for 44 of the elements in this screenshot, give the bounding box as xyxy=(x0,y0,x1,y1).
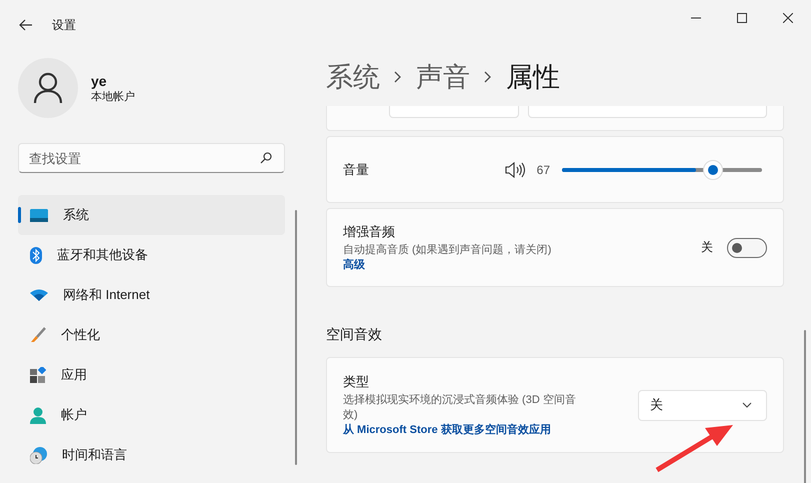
search-icon xyxy=(260,152,272,164)
toggle-state-label: 关 xyxy=(701,239,713,256)
chevron-down-icon xyxy=(742,402,752,408)
globe-clock-icon xyxy=(30,446,47,464)
breadcrumb-link[interactable]: 系统 xyxy=(326,59,380,95)
account-type: 本地帐户 xyxy=(91,90,135,104)
bluetooth-icon xyxy=(30,246,42,264)
type-dropdown[interactable]: 关 xyxy=(638,390,767,420)
slider-thumb[interactable] xyxy=(702,160,723,180)
speaker-icon xyxy=(504,162,525,178)
maximize-icon xyxy=(737,13,747,23)
breadcrumb-link[interactable]: 声音 xyxy=(416,59,470,95)
volume-value: 67 xyxy=(536,162,550,176)
setting-title: 类型 xyxy=(343,373,370,391)
window-title: 设置 xyxy=(52,16,76,34)
setting-description: 选择模拟现实环境的沉浸式音频体验 (3D 空间音效) xyxy=(343,392,577,422)
apps-icon xyxy=(30,367,46,383)
monitor-icon xyxy=(30,208,48,222)
setting-description: 自动提高音质 (如果遇到声音问题，请关闭) xyxy=(343,242,552,257)
nav-item[interactable]: 个性化 xyxy=(18,315,285,355)
volume-label: 音量 xyxy=(343,160,369,178)
nav-item[interactable]: 蓝牙和其他设备 xyxy=(18,235,285,275)
chevron-icon xyxy=(484,71,492,83)
breadcrumb-current: 属性 xyxy=(506,61,560,94)
brush-icon xyxy=(30,327,46,343)
person-icon xyxy=(30,406,46,424)
close-icon xyxy=(783,13,793,23)
back-arrow-icon xyxy=(19,19,33,31)
section-heading: 空间音效 xyxy=(326,326,383,344)
chevron-icon xyxy=(394,71,402,83)
nav-item[interactable]: 应用 xyxy=(18,355,285,395)
dropdown-field[interactable] xyxy=(528,106,767,118)
dropdown-field[interactable] xyxy=(389,106,519,118)
nav-item[interactable]: 时间和语言 xyxy=(18,435,285,475)
search-field[interactable]: 查找设置 xyxy=(18,143,285,173)
setting-title: 增强音频 xyxy=(343,223,396,241)
store-link[interactable]: 从 Microsoft Store 获取更多空间音效应用 xyxy=(343,422,581,437)
nav-item[interactable]: 系统 xyxy=(18,195,285,235)
advanced-link[interactable]: 高级 xyxy=(343,257,552,272)
toggle-switch[interactable] xyxy=(727,238,767,258)
nav-item[interactable]: 帐户 xyxy=(18,395,285,435)
user-name: ye xyxy=(91,72,108,88)
nav-item[interactable]: 网络和 Internet xyxy=(18,275,285,315)
wifi-icon xyxy=(30,289,48,301)
